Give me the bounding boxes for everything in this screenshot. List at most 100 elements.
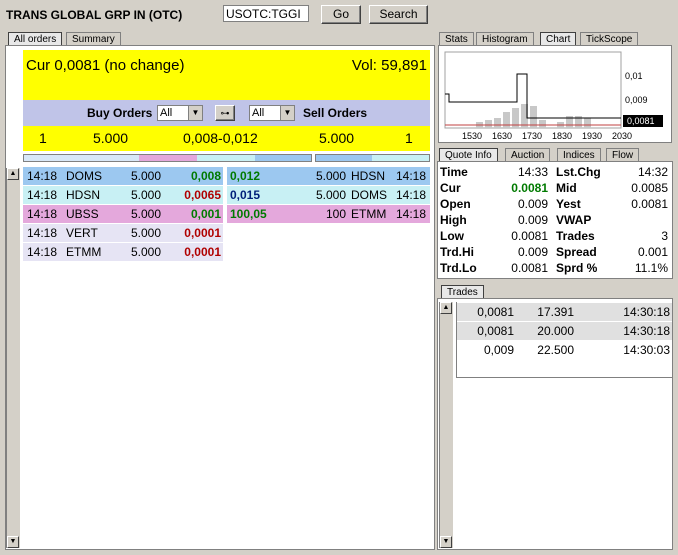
quote-value: 0.0081 [511,181,548,195]
x-tick-label: 1930 [582,131,602,141]
chart-panel: 1530 1630 1730 1830 1930 2030 0,01 0,009 0,008… [438,45,672,143]
quote-info-row: Trd.Hi 0.009 Spread 0.001 [439,244,670,260]
order-time: 14:18 [395,188,426,202]
order-header-band: Buy Orders All ▼ ⊶ All ▼ Sell Orders [23,100,430,126]
tab-flow[interactable]: Flow [606,148,640,161]
volume-bar [584,118,591,128]
trade-time: 14:30:18 [623,305,670,319]
quote-value: 0.0081 [511,229,548,243]
trade-price: 0,0081 [477,305,514,319]
order-price: 0,0065 [184,188,221,202]
scroll-down-icon[interactable]: ▼ [440,536,452,548]
order-size: 5.000 [131,207,162,221]
sell-order-row[interactable]: 0,015 5.000 DOMS 14:18 [227,186,430,204]
x-tick-label: 1530 [462,131,482,141]
scroll-up-icon[interactable]: ▲ [440,302,452,314]
order-price: 100,05 [230,207,267,221]
buy-order-row[interactable]: 14:18 VERT 5.000 0,0001 [23,224,223,242]
order-price: 0,0001 [184,226,221,240]
order-size: 5.000 [131,188,162,202]
quote-value: 0.009 [517,245,548,259]
price-chart: 1530 1630 1730 1830 1930 2030 0,01 0,009 0,008… [444,51,663,141]
sell-order-row[interactable]: 0,012 5.000 HDSN 14:18 [227,167,430,185]
buy-filter-select[interactable]: All ▼ [157,105,203,121]
order-time: 14:18 [27,188,58,202]
quote-info-row: Cur 0.0081 Mid 0.0085 [439,180,670,196]
quote-info-row: Low 0.0081 Trades 3 [439,228,670,244]
buy-orders-label: Buy Orders [87,106,153,120]
tab-quote-info[interactable]: Quote Info [439,148,498,161]
order-size: 5.000 [131,169,162,183]
buy-order-row[interactable]: 14:18 ETMM 5.000 0,0001 [23,243,223,261]
quote-label: Sprd % [556,261,598,275]
tab-histogram[interactable]: Histogram [476,32,534,45]
quote-label: Low [440,229,464,243]
tab-chart[interactable]: Chart [540,32,577,45]
sell-depth-bar [315,154,430,162]
sell-filter-value: All [252,107,265,119]
volume-bar [485,120,492,128]
link-icon[interactable]: ⊶ [215,105,235,121]
y-tick-label: 0,01 [625,71,643,81]
buy-order-row[interactable]: 14:18 HDSN 5.000 0,0065 [23,186,223,204]
order-price: 0,015 [230,188,261,202]
market-maker: DOMS [351,188,387,202]
trade-row[interactable]: 0,0081 20.000 14:30:18 [457,322,672,340]
volume-bar [503,112,510,128]
order-time: 14:18 [27,245,58,259]
buy-order-row[interactable]: 14:18 UBSS 5.000 0,001 [23,205,223,223]
scroll-up-icon[interactable]: ▲ [7,168,19,180]
quote-label: Yest [556,197,581,211]
sell-count: 1 [405,130,413,146]
sell-orders-label: Sell Orders [303,106,368,120]
quote-label: Spread [556,245,597,259]
trade-row[interactable]: 0,0081 17.391 14:30:18 [457,303,672,321]
quote-value: 0.0081 [511,261,548,275]
quote-value: 0.0081 [631,197,668,211]
quote-value: 14:33 [517,165,548,179]
market-maker: HDSN [351,169,386,183]
sell-order-row[interactable]: 100,05 100 ETMM 14:18 [227,205,430,223]
quote-label: Trd.Hi [440,245,475,259]
quote-label: Cur [440,181,461,195]
last-price-label: 0,0081 [627,116,655,126]
depth-segment [139,155,197,161]
x-tick-label: 1630 [492,131,512,141]
sell-filter-select[interactable]: All ▼ [249,105,295,121]
chevron-down-icon: ▼ [188,106,202,120]
current-quote: Cur 0,0081 (no change) [26,57,185,74]
order-time: 14:18 [27,207,58,221]
search-button[interactable]: Search [369,5,428,24]
buy-filter-value: All [160,107,173,119]
order-size: 5.000 [315,188,346,202]
orders-scrollbar[interactable]: ▲ ▼ [6,168,20,548]
tab-all-orders[interactable]: All orders [8,32,63,45]
order-time: 14:18 [27,226,58,240]
buy-order-row[interactable]: 14:18 DOMS 5.000 0,008 [23,167,223,185]
trades-scrollbar[interactable]: ▲ ▼ [439,302,453,548]
depth-segment [255,155,311,161]
depth-segment [316,155,372,161]
go-button[interactable]: Go [321,5,361,24]
trade-size: 20.000 [537,324,574,338]
tab-indices[interactable]: Indices [557,148,601,161]
order-size: 5.000 [315,169,346,183]
quote-label: Trd.Lo [440,261,477,275]
tab-auction[interactable]: Auction [505,148,551,161]
market-maker: ETMM [351,207,387,221]
tab-stats[interactable]: Stats [439,32,474,45]
tab-summary[interactable]: Summary [66,32,121,45]
trade-time: 14:30:18 [623,324,670,338]
scroll-down-icon[interactable]: ▼ [7,536,19,548]
quote-info-row: Time 14:33 Lst.Chg 14:32 [439,164,670,180]
order-price: 0,012 [230,169,261,183]
quote-label: VWAP [556,213,592,227]
symbol-input[interactable]: USOTC:TGGI [223,5,309,22]
tab-trades[interactable]: Trades [441,285,484,298]
trade-row[interactable]: 0,009 22.500 14:30:03 [457,341,672,359]
tab-tickscope[interactable]: TickScope [580,32,639,45]
depth-segment [197,155,255,161]
quote-label: Trades [556,229,595,243]
market-maker: UBSS [66,207,99,221]
quote-value: 11.1% [634,261,668,275]
